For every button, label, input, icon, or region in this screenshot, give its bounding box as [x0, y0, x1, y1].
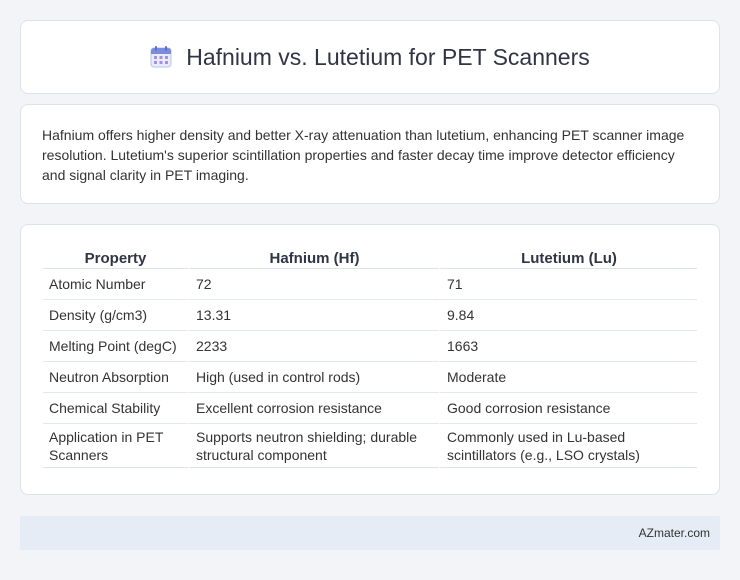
property-cell: Application in PET Scanners	[43, 424, 188, 468]
lutetium-cell: Good corrosion resistance	[439, 393, 697, 424]
property-cell: Melting Point (degC)	[43, 331, 188, 362]
lutetium-cell: 9.84	[439, 300, 697, 331]
column-header-hafnium: Hafnium (Hf)	[188, 246, 439, 269]
hafnium-cell: Supports neutron shielding; durable stru…	[188, 424, 439, 468]
title-card: Hafnium vs. Lutetium for PET Scanners	[20, 20, 720, 94]
footer-brand: AZmater.com	[638, 526, 710, 540]
table-row: Density (g/cm3) 13.31 9.84	[43, 300, 697, 331]
table-row: Atomic Number 72 71	[43, 269, 697, 300]
hafnium-cell: 2233	[188, 331, 439, 362]
summary-text: Hafnium offers higher density and better…	[42, 127, 685, 183]
hafnium-cell: High (used in control rods)	[188, 362, 439, 393]
table-row: Melting Point (degC) 2233 1663	[43, 331, 697, 362]
table-row: Application in PET Scanners Supports neu…	[43, 424, 697, 468]
page-title: Hafnium vs. Lutetium for PET Scanners	[186, 43, 590, 70]
calendar-icon	[150, 46, 172, 68]
table-header-row: Property Hafnium (Hf) Lutetium (Lu)	[43, 246, 697, 269]
lutetium-cell: Commonly used in Lu-based scintillators …	[439, 424, 697, 468]
hafnium-cell: Excellent corrosion resistance	[188, 393, 439, 424]
lutetium-cell: 71	[439, 269, 697, 300]
lutetium-cell: 1663	[439, 331, 697, 362]
table-row: Chemical Stability Excellent corrosion r…	[43, 393, 697, 424]
comparison-table-card: Property Hafnium (Hf) Lutetium (Lu) Atom…	[20, 224, 720, 495]
property-cell: Density (g/cm3)	[43, 300, 188, 331]
comparison-table: Property Hafnium (Hf) Lutetium (Lu) Atom…	[43, 246, 697, 468]
summary-card: Hafnium offers higher density and better…	[20, 104, 720, 204]
property-cell: Atomic Number	[43, 269, 188, 300]
lutetium-cell: Moderate	[439, 362, 697, 393]
column-header-property: Property	[43, 246, 188, 269]
hafnium-cell: 13.31	[188, 300, 439, 331]
hafnium-cell: 72	[188, 269, 439, 300]
column-header-lutetium: Lutetium (Lu)	[439, 246, 697, 269]
table-row: Neutron Absorption High (used in control…	[43, 362, 697, 393]
property-cell: Chemical Stability	[43, 393, 188, 424]
footer: AZmater.com	[20, 516, 720, 550]
property-cell: Neutron Absorption	[43, 362, 188, 393]
